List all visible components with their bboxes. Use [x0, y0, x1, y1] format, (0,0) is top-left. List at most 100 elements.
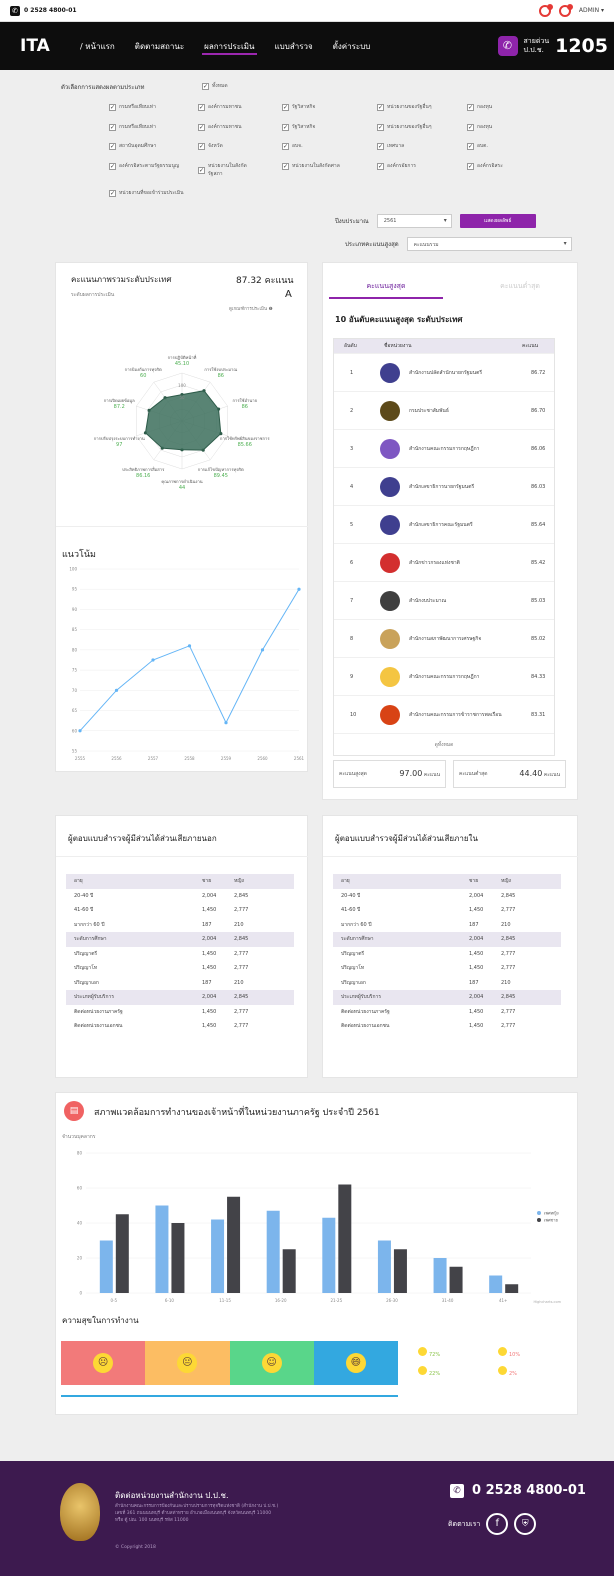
facebook-icon[interactable]: f [486, 1513, 509, 1535]
user-menu[interactable]: ADMIN ▾ [579, 7, 604, 14]
radar-value-label: 87.2 [114, 404, 125, 410]
legend-label[interactable]: เพศหญิง [544, 1211, 559, 1216]
tab-highest[interactable]: คะแนนสูงสุด [329, 273, 443, 299]
trend-x-tick: 2561 [294, 756, 305, 761]
env-x-tick: 0-5 [111, 1298, 118, 1303]
ranking-row[interactable]: 4 สำนักเลขาธิการนายกรัฐมนตรี 86.03 [334, 467, 554, 505]
tab-lowest[interactable]: คะแนนต่ำสุด [463, 273, 577, 299]
happiness-segment-happy: 😄 [313, 1341, 398, 1385]
stakeholder-internal-title: ผู้ตอบแบบสำรวจผู้มีส่วนได้ส่วนเสียภายใน [335, 834, 478, 843]
filter-checkbox[interactable]: ✓ หน่วยงานในสังกัดรัฐสภา [198, 162, 260, 178]
environment-panel: ▤ สภาพแวดล้อมการทำงานของเจ้าหน้าที่ในหน่… [55, 1092, 578, 1415]
env-bar [433, 1258, 447, 1293]
filter-checkbox[interactable]: ✓ เทศบาล [377, 142, 404, 150]
shield-icon[interactable]: ⛨ [514, 1513, 537, 1535]
message-icon[interactable] [558, 3, 573, 17]
trend-y-tick: 95 [72, 587, 78, 592]
logo[interactable]: ITA [0, 36, 70, 56]
env-bar [393, 1249, 407, 1293]
filter-checkbox[interactable]: ✓ หน่วยงานของรัฐอื่นๆ [377, 103, 432, 111]
filter-checkbox[interactable]: ✓ หน่วยงานในสังกัดศาล [282, 162, 340, 170]
filter-checkbox[interactable]: ✓ อบจ. [282, 142, 303, 150]
ranking-row[interactable]: 1 สำนักงานปลัดสำนักนายกรัฐมนตรี 86.72 [334, 353, 554, 391]
filter-checkbox[interactable]: ✓ กองทุน [467, 103, 492, 111]
trend-x-tick: 2557 [148, 756, 159, 761]
nav-results[interactable]: ผลการประเมิน [194, 22, 264, 70]
trend-y-tick: 85 [72, 627, 78, 632]
filter-checkbox[interactable]: ✓ รัฐวิสาหกิจ [282, 103, 315, 111]
trend-point [297, 587, 301, 591]
filter-checkbox[interactable]: ✓ กองทุน [467, 123, 492, 131]
ranking-row[interactable]: 9 สำนักงานคณะกรรมการกฤษฎีกา 84.33 [334, 657, 554, 695]
filter-checkbox[interactable]: ✓ จังหวัด [198, 142, 223, 150]
env-bar [282, 1249, 296, 1293]
ranking-tabs: คะแนนสูงสุด คะแนนต่ำสุด [323, 273, 577, 299]
trend-point [224, 721, 228, 725]
nav-settings[interactable]: ตั้งค่าระบบ [323, 22, 381, 70]
env-bar [505, 1284, 519, 1293]
year-select[interactable]: 2561 [376, 214, 452, 228]
filter-checkbox[interactable]: ✓ องค์กรอิสระ [467, 162, 503, 170]
trend-x-tick: 2559 [221, 756, 232, 761]
env-bar [377, 1240, 391, 1293]
table-row: ปริญญาเอก 187 210 [74, 979, 244, 986]
filter-checkbox[interactable]: ✓ สถาบันอุดมศึกษา [109, 142, 156, 150]
nav-status[interactable]: ติดตามสถานะ [125, 22, 194, 70]
agency-seal-icon [380, 628, 400, 649]
score-panel: คะแนนภาพรวมระดับประเทศ 87.32 คะแนน ระดับ… [55, 262, 309, 772]
agency-seal-icon [380, 514, 400, 535]
view-all-link[interactable]: ดูทั้งหมด [334, 733, 554, 755]
filter-checkbox[interactable]: ✓ กรมหรือเทียบเท่า [109, 103, 156, 111]
ranking-row[interactable]: 7 สำนักงบประมาณ 85.03 [334, 581, 554, 619]
trend-y-tick: 65 [72, 708, 78, 713]
env-bar [211, 1219, 225, 1293]
ranking-row[interactable]: 5 สำนักเลขาธิการคณะรัฐมนตรี 85.64 [334, 505, 554, 543]
env-y-tick: 60 [77, 1186, 83, 1191]
top-phone: ✆ 0 2528 4800-01 [10, 5, 77, 16]
happy-face-icon: 😄 [345, 1353, 366, 1373]
nav-home[interactable]: / หน้าแรก [70, 22, 125, 70]
filter-checkbox[interactable]: ✓ รัฐวิสาหกิจ [282, 123, 315, 131]
table-row: 41-60 ปี 1,450 2,777 [74, 907, 249, 914]
trend-y-tick: 80 [72, 647, 78, 652]
trend-point [78, 729, 82, 733]
notification-icon[interactable] [538, 3, 553, 17]
agency-seal-icon [380, 400, 400, 421]
ranking-row[interactable]: 6 สำนักข่าวกรองแห่งชาติ 85.42 [334, 543, 554, 581]
chart-credit[interactable]: Highcharts.com [533, 1300, 561, 1304]
filter-checkbox[interactable]: ✓ กรมหรือเทียบเท่า [109, 123, 156, 131]
table-row: ติดต่อหน่วยงานเอกชน 1,450 2,777 [341, 1023, 516, 1030]
filter-checkbox[interactable]: ✓ อบต. [467, 142, 488, 150]
show-results-button[interactable]: แสดงผลลัพธ์ [459, 214, 536, 228]
legend-label[interactable]: เพศชาย [544, 1218, 558, 1223]
ranking-row[interactable]: 8 สำนักงานสภาพัฒนาการเศรษฐกิจ 85.02 [334, 619, 554, 657]
score-summary: คะแนนสูงสุด 97.00 คะแนน คะแนนต่ำสุด 44.40 … [333, 760, 566, 788]
env-y-tick: 80 [77, 1151, 83, 1156]
ranking-row[interactable]: 10 สำนักงานคณะกรรมการข้าราชการพลเรือน 83.3… [334, 695, 554, 733]
radar-axis-label: การปฏิบัติหน้าที่ [168, 354, 197, 360]
filter-checkbox[interactable]: ✓ หน่วยงานที่ขอเข้าร่วมประเมิน [109, 189, 184, 197]
ranking-row[interactable]: 2 กรมประชาสัมพันธ์ 86.70 [334, 391, 554, 429]
filter-checkbox[interactable]: ✓ องค์การมหาชน [198, 123, 242, 131]
stakeholder-external-table: อายุ ชาย หญิง 20-40 ปี 2,004 2,845 41-60 ปี 1,4… [66, 874, 294, 1034]
filter-checkbox[interactable]: ✓ องค์กรอิสระตามรัฐธรรมนูญ [109, 162, 179, 170]
table-group-header: อายุ ชาย หญิง [333, 874, 561, 889]
filter-checkbox[interactable]: ✓ องค์กรอัยการ [377, 162, 416, 170]
agency-seal-icon [380, 590, 400, 611]
env-bar [99, 1240, 113, 1293]
table-row: ปริญญาโท 1,450 2,777 [74, 965, 249, 972]
ranking-panel: คะแนนสูงสุด คะแนนต่ำสุด 10 อันดับคะแนนสู… [322, 262, 578, 800]
filter-all[interactable]: ✓ ทั้งหมด [202, 82, 228, 90]
hotline[interactable]: ✆ สายด่วน ป.ป.ช. 1205 [497, 35, 614, 57]
env-y-tick: 40 [77, 1221, 83, 1226]
main-navbar: ITA / หน้าแรก ติดตามสถานะ ผลการประเมิน แ… [0, 22, 614, 70]
happiness-segment-smile: ☺ [229, 1341, 314, 1385]
trend-y-tick: 70 [72, 688, 78, 693]
filter-checkbox[interactable]: ✓ องค์การมหาชน [198, 103, 242, 111]
type-select[interactable]: คะแนนรวม [406, 237, 572, 251]
nav-survey[interactable]: แบบสำรวจ [265, 22, 323, 70]
happiness-underline [61, 1395, 398, 1397]
filter-checkbox[interactable]: ✓ หน่วยงานของรัฐอื่นๆ [377, 123, 432, 131]
criteria-link[interactable]: ดูเกณฑ์การประเมิน ❶ [229, 305, 273, 312]
ranking-row[interactable]: 3 สำนักงานคณะกรรมการกฤษฎีกา 86.06 [334, 429, 554, 467]
